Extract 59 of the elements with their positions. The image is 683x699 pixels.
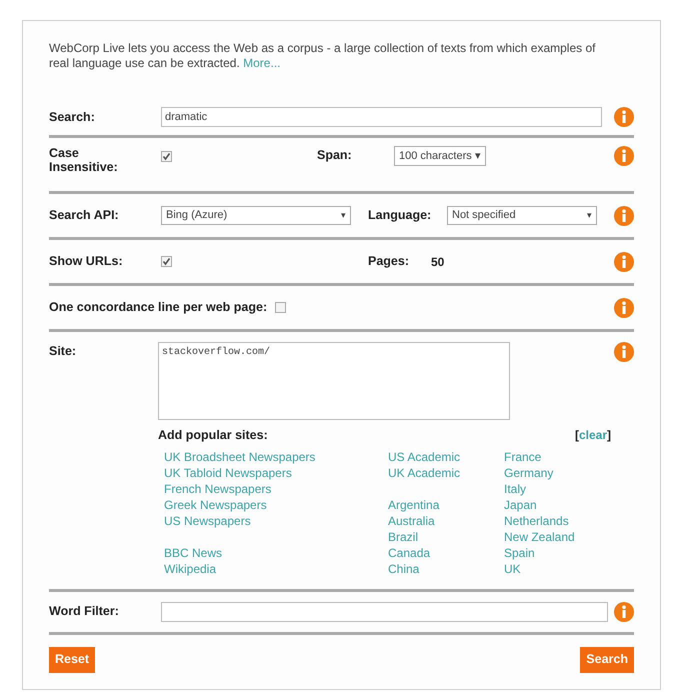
field-label: Span:: [317, 147, 353, 164]
site-link[interactable]: Italy: [504, 480, 526, 497]
info-icon[interactable]: [614, 107, 634, 127]
site-link[interactable]: UK Tabloid Newspapers: [164, 464, 292, 481]
info-icon[interactable]: [614, 252, 634, 272]
language-dropdown[interactable]: Not specified ▾: [447, 206, 597, 225]
site-link[interactable]: Spain: [504, 544, 535, 561]
field-label: Search:: [49, 108, 96, 126]
site-link[interactable]: Brazil: [388, 528, 418, 545]
site-link[interactable]: UK: [504, 560, 521, 577]
field-label: Case Insensitive:: [49, 146, 119, 174]
site-link[interactable]: Japan: [504, 496, 537, 513]
site-link[interactable]: China: [388, 560, 420, 577]
site-link[interactable]: Greek Newspapers: [164, 496, 267, 513]
field-label: Language:: [368, 207, 432, 224]
info-icon[interactable]: [614, 602, 634, 622]
site-link[interactable]: US Academic: [388, 448, 460, 465]
checkbox[interactable]: [161, 151, 172, 162]
checkbox[interactable]: [161, 256, 172, 266]
field-label: Site:: [49, 343, 78, 360]
site-link[interactable]: UK Broadsheet Newspapers: [164, 448, 316, 465]
site-field[interactable]: stackoverflow.com/: [158, 342, 510, 420]
word-filter-field[interactable]: [161, 602, 608, 622]
field-label: Pages:: [368, 253, 410, 270]
site-link[interactable]: Australia: [388, 512, 435, 529]
caret-icon: ▾: [587, 208, 592, 222]
field-label: One concordance line per web page:: [49, 299, 268, 316]
site-link[interactable]: Canada: [388, 544, 430, 561]
field-label: Search API:: [49, 207, 120, 224]
reset-button[interactable]: Reset: [49, 646, 96, 673]
site-link[interactable]: New Zealand: [504, 528, 575, 545]
span-dropdown[interactable]: 100 characters ▾: [394, 146, 486, 166]
section-heading: Add popular sites:: [158, 427, 268, 444]
site-link[interactable]: UK Academic: [388, 464, 460, 481]
site-link[interactable]: US Newspapers: [164, 512, 251, 529]
dropdown-value: Bing (Azure): [166, 208, 228, 224]
clear-link[interactable]: [clear]: [574, 426, 611, 445]
caret-icon: ▾: [341, 208, 346, 222]
pages-value: 50: [431, 254, 444, 270]
field-label: Show URLs:: [49, 253, 124, 270]
search-button[interactable]: Search: [580, 646, 634, 673]
intro-text: WebCorp Live lets you access the Web as a corpus - a large collection of texts from which examples of real language use can be extracted. More...: [49, 41, 596, 72]
more-link[interactable]: More...: [243, 56, 280, 70]
site-link[interactable]: Germany: [504, 464, 554, 481]
site-link[interactable]: Wikipedia: [164, 560, 216, 577]
site-link[interactable]: French Newspapers: [164, 480, 272, 497]
site-link[interactable]: Argentina: [388, 496, 440, 513]
dropdown-value: Not specified: [452, 208, 516, 224]
info-icon[interactable]: [614, 206, 634, 226]
info-icon[interactable]: [614, 342, 634, 362]
checkbox[interactable]: [275, 302, 286, 313]
info-icon[interactable]: [614, 298, 634, 318]
site-link[interactable]: Netherlands: [504, 512, 569, 529]
site-link[interactable]: France: [504, 448, 542, 465]
field-label: Word Filter:: [49, 603, 120, 620]
info-icon[interactable]: [614, 146, 634, 166]
site-link[interactable]: BBC News: [164, 544, 222, 561]
search-field[interactable]: dramatic: [161, 107, 602, 127]
api-dropdown[interactable]: Bing (Azure) ▾: [161, 206, 351, 225]
